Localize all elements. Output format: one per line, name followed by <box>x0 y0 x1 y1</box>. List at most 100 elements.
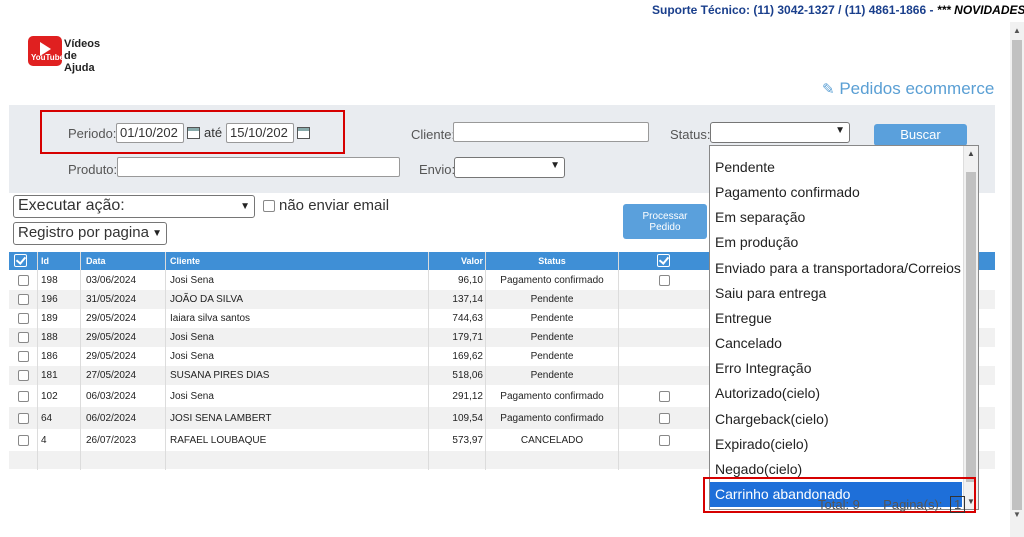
produto-input[interactable] <box>117 157 400 177</box>
buscar-button[interactable]: Buscar <box>874 124 967 146</box>
select-all-checkbox[interactable] <box>14 254 27 267</box>
cell-status: Pagamento confirmado <box>500 412 604 424</box>
row-processar-checkbox[interactable] <box>659 434 670 446</box>
cell-status: Pendente <box>530 294 574 305</box>
news-link[interactable]: *** NOVIDADES *** <box>937 3 1024 17</box>
cell-cliente: Josi Sena <box>170 332 214 343</box>
status-select[interactable]: ▼ <box>710 122 850 143</box>
cell-cliente: JOSI SENA LAMBERT <box>170 412 272 424</box>
status-option[interactable]: Em separação <box>710 205 962 230</box>
cell-cliente: Josi Sena <box>170 390 214 402</box>
cell-status: Pendente <box>530 370 574 381</box>
cell-valor: 291,12 <box>452 390 483 402</box>
status-option[interactable]: Pagamento confirmado <box>710 180 962 205</box>
status-dropdown-list[interactable]: Pendente Pagamento confirmado Em separação… <box>709 145 979 510</box>
cell-cliente: RAFAEL LOUBAQUE <box>170 434 267 446</box>
status-option[interactable]: Saiu para entrega <box>710 281 962 306</box>
status-option[interactable]: Cancelado <box>710 331 962 356</box>
status-option[interactable]: Expirado(cielo) <box>710 432 962 457</box>
select-all-processar-checkbox[interactable] <box>657 254 670 267</box>
cell-id: 198 <box>41 275 58 286</box>
cell-cliente: SUSANA PIRES DIAS <box>170 370 270 381</box>
scroll-down-icon[interactable]: ▼ <box>1013 510 1021 519</box>
cliente-input[interactable] <box>453 122 649 142</box>
row-processar-checkbox[interactable] <box>659 412 670 424</box>
cell-data: 06/03/2024 <box>86 390 137 402</box>
cell-data: 29/05/2024 <box>86 313 137 324</box>
row-select-checkbox[interactable] <box>18 332 29 343</box>
cell-id: 196 <box>41 294 58 305</box>
executar-acao-value: Executar ação: <box>18 197 125 214</box>
status-option[interactable]: Pendente <box>710 155 962 180</box>
edit-icon: ✎ <box>822 81 835 98</box>
cell-id: 189 <box>41 313 58 324</box>
cell-status: Pendente <box>530 351 574 362</box>
cell-cliente: Josi Sena <box>170 275 214 286</box>
cell-id: 102 <box>41 390 58 402</box>
cell-status: Pendente <box>530 332 574 343</box>
header-status[interactable]: Status <box>486 252 618 270</box>
cell-valor: 518,06 <box>452 370 483 381</box>
row-select-checkbox[interactable] <box>18 351 29 362</box>
nao-enviar-email-checkbox[interactable] <box>263 200 275 212</box>
produto-label: Produto: <box>68 162 118 177</box>
row-processar-checkbox[interactable] <box>659 275 670 286</box>
dropdown-scrollbar[interactable]: ▲ ▼ <box>963 146 978 509</box>
chevron-down-icon: ▼ <box>152 228 162 239</box>
chevron-down-icon: ▼ <box>835 125 845 136</box>
video-help-logo[interactable]: YouTube Vídeos de Ajuda <box>28 36 103 74</box>
envio-select[interactable]: ▼ <box>454 157 565 178</box>
nao-enviar-email-label: não enviar email <box>279 197 390 214</box>
cell-id: 186 <box>41 351 58 362</box>
status-label: Status: <box>670 127 711 142</box>
video-logo-line2: de Ajuda <box>64 50 95 74</box>
cell-valor: 179,71 <box>452 332 483 343</box>
scroll-up-icon[interactable]: ▲ <box>1013 26 1021 35</box>
cell-status: Pagamento confirmado <box>500 390 604 402</box>
row-select-checkbox[interactable] <box>18 412 29 424</box>
pagina-label: Pagina(s): <box>883 497 943 512</box>
video-logo-line1: Vídeos <box>64 38 101 50</box>
envio-label: Envio: <box>419 162 456 177</box>
header-valor[interactable]: Valor <box>429 252 483 270</box>
cell-cliente: Josi Sena <box>170 351 214 362</box>
page-scrollbar[interactable]: ▲ ▼ <box>1010 22 1024 537</box>
status-option[interactable]: Autorizado(cielo) <box>710 381 962 406</box>
status-option[interactable]: Erro Integração <box>710 356 962 381</box>
processar-pedido-button[interactable]: Processar Pedido <box>623 204 707 239</box>
status-option[interactable]: Enviado para a transportadora/Correios <box>710 256 962 281</box>
cell-valor: 109,54 <box>452 412 483 424</box>
pagination-footer: Total: 9 Pagina(s): 1 <box>818 496 966 513</box>
row-select-checkbox[interactable] <box>18 434 29 446</box>
header-id[interactable]: Id <box>41 252 81 270</box>
cell-data: 26/07/2023 <box>86 434 137 446</box>
header-data[interactable]: Data <box>86 252 156 270</box>
status-option[interactable]: Chargeback(cielo) <box>710 407 962 432</box>
cell-valor: 573,97 <box>452 434 483 446</box>
cell-status: Pagamento confirmado <box>500 275 604 286</box>
page-number-input[interactable]: 1 <box>950 496 966 513</box>
row-select-checkbox[interactable] <box>18 370 29 381</box>
cell-valor: 744,63 <box>452 313 483 324</box>
support-line: Suporte Técnico: (11) 3042-1327 / (11) 4… <box>652 3 1024 17</box>
status-option[interactable]: Entregue <box>710 306 962 331</box>
executar-acao-select[interactable]: Executar ação: ▼ <box>13 195 255 218</box>
cell-data: 27/05/2024 <box>86 370 137 381</box>
highlight-box-period <box>40 110 345 154</box>
row-select-checkbox[interactable] <box>18 275 29 286</box>
row-select-checkbox[interactable] <box>18 294 29 305</box>
header-cliente[interactable]: Cliente <box>170 252 290 270</box>
status-option[interactable]: Em produção <box>710 230 962 255</box>
scrollbar-thumb[interactable] <box>1012 40 1022 510</box>
dropdown-scrollbar-thumb[interactable] <box>966 172 976 482</box>
row-select-checkbox[interactable] <box>18 313 29 324</box>
cell-id: 4 <box>41 434 47 446</box>
registro-por-pagina-select[interactable]: Registro por pagina ▼ <box>13 222 167 245</box>
chevron-down-icon: ▼ <box>550 160 560 171</box>
row-processar-checkbox[interactable] <box>659 390 670 402</box>
cell-data: 29/05/2024 <box>86 351 137 362</box>
cliente-label: Cliente: <box>411 127 456 142</box>
row-select-checkbox[interactable] <box>18 390 29 402</box>
cell-status: Pendente <box>530 313 574 324</box>
scroll-up-icon[interactable]: ▲ <box>967 149 975 158</box>
